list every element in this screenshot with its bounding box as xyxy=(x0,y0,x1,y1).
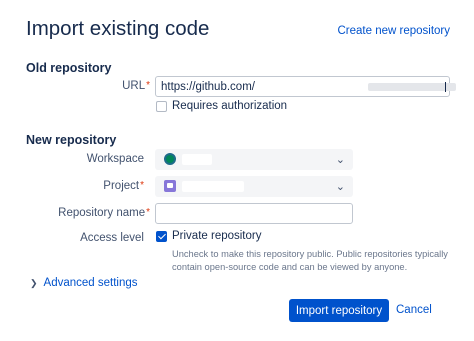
import-repository-button[interactable]: Import repository xyxy=(289,299,389,322)
private-repository-checkbox[interactable] xyxy=(156,231,167,242)
old-repository-heading: Old repository xyxy=(26,61,112,75)
repository-name-label: Repository name* xyxy=(0,207,150,219)
workspace-redacted-value xyxy=(182,154,212,165)
url-input[interactable]: https://github.com/ xyxy=(155,76,456,97)
advanced-settings-toggle[interactable]: ❯ Advanced settings xyxy=(30,277,138,289)
chevron-down-icon: ⌄ xyxy=(335,181,345,193)
advanced-settings-label: Advanced settings xyxy=(43,277,138,289)
workspace-label: Workspace xyxy=(86,153,144,165)
repository-name-label-text: Repository name xyxy=(58,207,146,219)
url-label: URL* xyxy=(0,80,150,92)
url-label-text: URL xyxy=(122,80,146,92)
workspace-avatar-icon xyxy=(164,153,176,165)
cancel-button[interactable]: Cancel xyxy=(396,304,432,316)
page-title: Import existing code xyxy=(26,17,210,40)
chevron-down-icon: ⌄ xyxy=(335,154,345,166)
required-marker: * xyxy=(140,180,144,191)
url-input-value: https://github.com/ xyxy=(161,81,255,93)
access-level-label: Access level xyxy=(80,232,144,244)
text-cursor xyxy=(445,82,446,92)
requires-authorization-label[interactable]: Requires authorization xyxy=(172,100,287,112)
private-repository-label[interactable]: Private repository xyxy=(172,230,261,242)
create-repository-link[interactable]: Create new repository xyxy=(338,25,451,37)
project-avatar-icon xyxy=(164,180,176,192)
private-repository-help-text: Uncheck to make this repository public. … xyxy=(172,249,448,272)
project-select[interactable]: ⌄ xyxy=(155,176,353,197)
repository-name-input[interactable] xyxy=(155,203,353,224)
project-redacted-value xyxy=(182,181,244,192)
required-marker: * xyxy=(146,80,150,91)
workspace-select[interactable]: ⌄ xyxy=(155,149,353,170)
project-label: Project* xyxy=(0,180,144,192)
new-repository-heading: New repository xyxy=(26,133,117,147)
required-marker: * xyxy=(146,207,150,218)
redacted-text xyxy=(368,83,456,91)
requires-authorization-checkbox[interactable] xyxy=(156,101,167,112)
chevron-right-icon: ❯ xyxy=(30,278,38,288)
project-label-text: Project xyxy=(103,180,140,192)
